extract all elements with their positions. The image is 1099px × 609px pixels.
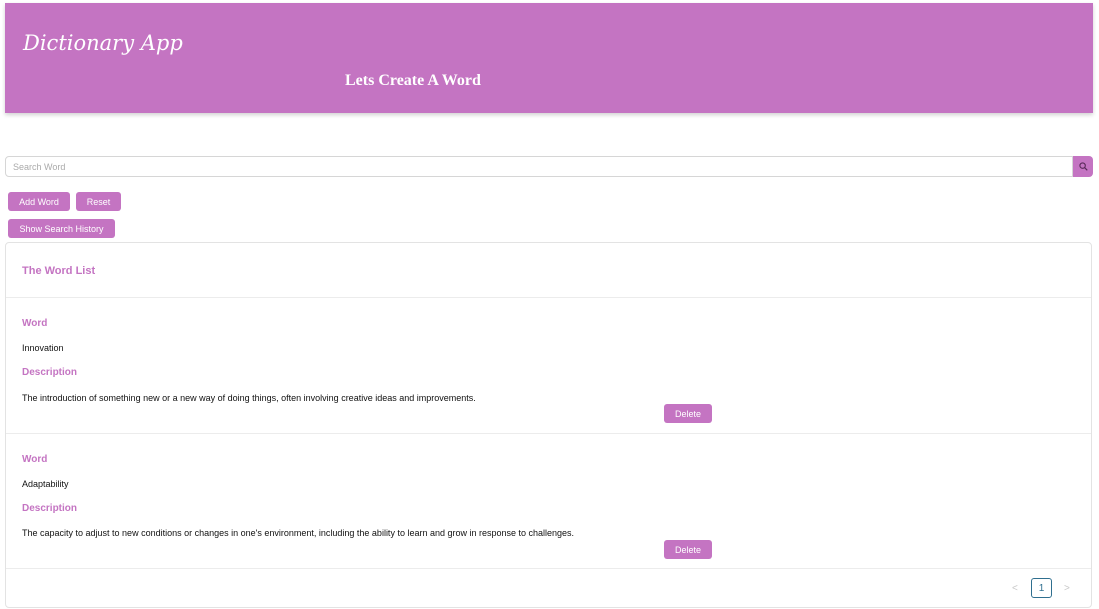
search-icon (1078, 158, 1088, 176)
page-subtitle: Lets Create A Word (345, 72, 481, 89)
pagination-page[interactable]: 1 (1031, 578, 1052, 598)
pagination-prev[interactable]: < (1012, 583, 1018, 594)
search-bar (5, 156, 1093, 177)
divider (6, 568, 1091, 569)
app-title: Dictionary App (23, 31, 183, 55)
search-button[interactable] (1073, 156, 1093, 177)
show-search-history-button[interactable]: Show Search History (8, 219, 115, 238)
word-entry: Word Innovation Description The introduc… (6, 298, 1091, 433)
description-label: Description (22, 367, 78, 378)
reset-button[interactable]: Reset (76, 192, 121, 211)
delete-button[interactable]: Delete (664, 404, 712, 423)
search-input[interactable] (5, 156, 1073, 177)
word-list-title: The Word List (22, 265, 96, 277)
pagination-next[interactable]: > (1064, 583, 1070, 594)
description-value: The capacity to adjust to new conditions… (22, 528, 575, 538)
word-value: Innovation (22, 343, 64, 353)
add-word-button[interactable]: Add Word (8, 192, 70, 211)
description-value: The introduction of something new or a n… (22, 393, 476, 403)
description-label: Description (22, 503, 78, 514)
word-entry: Word Adaptability Description The capaci… (6, 434, 1091, 569)
word-list-card: The Word List Word Innovation Descriptio… (5, 242, 1092, 608)
word-label: Word (22, 318, 48, 329)
app-header: Dictionary App Lets Create A Word (5, 3, 1093, 113)
word-value: Adaptability (22, 479, 69, 489)
delete-button[interactable]: Delete (664, 540, 712, 559)
word-label: Word (22, 454, 48, 465)
